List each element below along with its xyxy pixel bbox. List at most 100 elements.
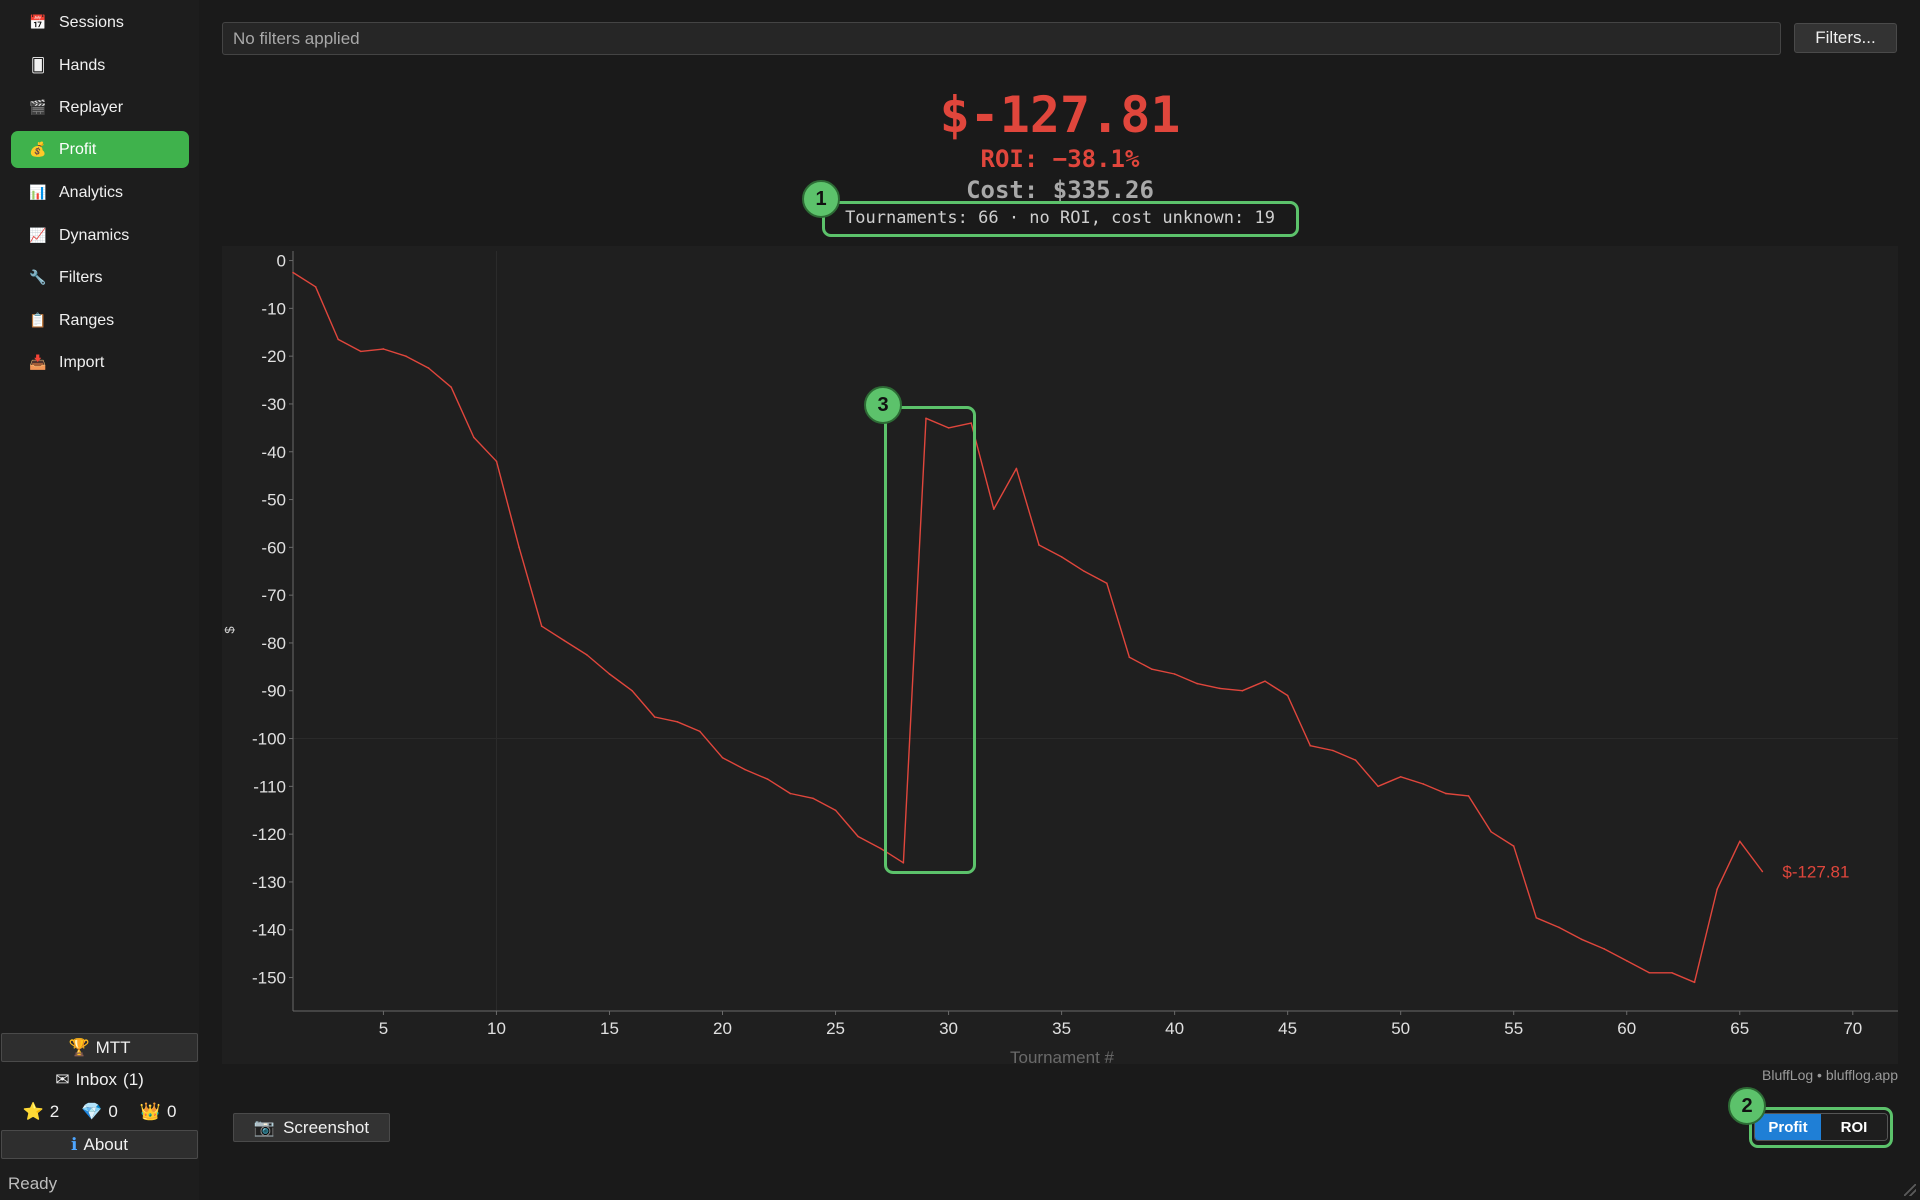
gems-count: 0 (108, 1102, 118, 1121)
data-point (1558, 926, 1560, 929)
sidebar-item-label: Dynamics (59, 226, 130, 244)
resize-grip[interactable] (1904, 1184, 1916, 1196)
data-point (721, 756, 724, 759)
sidebar-item-import[interactable]: 📥 Import (11, 344, 189, 381)
crowns-count: 0 (166, 1102, 177, 1121)
data-point (789, 792, 792, 795)
data-point (992, 508, 995, 510)
sidebar-item-ranges[interactable]: 📋 Ranges (11, 302, 189, 339)
data-point (1106, 582, 1108, 585)
filter-summary-text: No filters applied (233, 28, 360, 48)
sidebar-item-label: Sessions (59, 13, 124, 31)
data-point (1038, 544, 1040, 546)
cost-value: Cost: $335.26 (966, 176, 1154, 204)
sidebar-item-label: Filters (59, 268, 103, 286)
sidebar-item-label: Hands (59, 56, 106, 74)
x-tick-label: 65 (1730, 1019, 1749, 1038)
y-tick-label: -70 (261, 586, 286, 605)
end-value-label: $-127.81 (1782, 862, 1849, 881)
data-point (857, 835, 859, 838)
x-tick-label: 10 (487, 1019, 506, 1038)
data-point (1535, 916, 1538, 919)
y-tick-label: -80 (261, 634, 286, 653)
filter-summary-field[interactable]: No filters applied (222, 22, 1781, 55)
data-point (450, 386, 453, 389)
x-tick-label: 40 (1165, 1019, 1184, 1038)
wrench-icon: 🔧 (29, 269, 47, 285)
y-tick-label: -10 (261, 299, 286, 318)
data-point (1196, 682, 1199, 685)
x-tick-label: 5 (379, 1019, 388, 1038)
data-point (699, 730, 701, 733)
data-point (1060, 556, 1063, 558)
filters-button[interactable]: Filters... (1794, 23, 1897, 53)
clipboard-icon: 📋 (29, 312, 47, 328)
data-point (1219, 687, 1221, 690)
x-tick-label: 20 (713, 1019, 732, 1038)
annotation-marker-3: 3 (864, 386, 902, 424)
y-tick-label: -40 (261, 443, 286, 462)
data-point (1693, 981, 1696, 984)
data-point (586, 654, 588, 656)
inbox-tray-icon: 📥 (29, 354, 47, 370)
envelope-icon: ✉ (55, 1070, 70, 1089)
data-point (1490, 830, 1492, 833)
gem-icon: 💎 (81, 1102, 103, 1121)
annotation-box-3 (884, 406, 976, 874)
mtt-button[interactable]: 🏆 MTT (1, 1033, 198, 1062)
sidebar-item-filters[interactable]: 🔧 Filters (11, 259, 189, 296)
data-point (1377, 785, 1379, 788)
x-tick-label: 70 (1843, 1019, 1862, 1038)
x-tick-label: 35 (1052, 1019, 1071, 1038)
info-icon: ℹ (71, 1134, 78, 1154)
data-point (676, 721, 679, 723)
data-point (1625, 960, 1628, 962)
data-point (1151, 668, 1153, 671)
camera-icon: 📷 (253, 1117, 276, 1137)
y-tick-label: -120 (252, 825, 286, 844)
profit-chart: 0 -10 -20 -30 -40 -50 -60 -70 -80 -90 -100 -110 -120… (222, 246, 1898, 1067)
crown-icon: 👑 (139, 1102, 161, 1121)
y-axis-label: $ (222, 626, 237, 634)
sidebar-item-label: Ranges (59, 311, 115, 329)
data-point (1399, 775, 1402, 778)
data-point (1332, 749, 1334, 752)
data-point (495, 460, 498, 463)
trophy-icon: 🏆 (68, 1037, 90, 1057)
sidebar-item-hands[interactable]: 🂠 Hands (11, 47, 189, 84)
data-point (1354, 759, 1357, 761)
y-tick-label: -150 (252, 969, 286, 988)
about-button[interactable]: ℹ About (1, 1130, 198, 1159)
data-point (292, 271, 294, 274)
data-point (1671, 971, 1673, 974)
annotation-box-2 (1749, 1107, 1893, 1148)
screenshot-button[interactable]: 📷 Screenshot (233, 1113, 390, 1142)
data-point (382, 348, 385, 350)
sidebar-item-sessions[interactable]: 📅 Sessions (11, 4, 189, 41)
status-bar: Ready (8, 1174, 58, 1193)
x-tick-label: 50 (1391, 1019, 1410, 1038)
data-point (1015, 467, 1018, 470)
data-point (766, 778, 769, 780)
inbox-link[interactable]: ✉ Inbox (1) (0, 1068, 199, 1092)
data-point (1445, 792, 1447, 795)
screenshot-label: Screenshot (283, 1117, 370, 1137)
y-tick-label: -20 (261, 347, 286, 366)
y-tick-label: -130 (252, 873, 286, 892)
data-point (834, 809, 837, 812)
star-icon: ⭐ (22, 1102, 44, 1121)
data-point (1603, 948, 1605, 950)
data-point (1422, 783, 1425, 785)
inbox-count: (1) (123, 1070, 144, 1089)
stars-count: 2 (49, 1102, 60, 1121)
badges-row: ⭐ 2 💎 0 👑 0 (0, 1100, 199, 1124)
data-point (812, 797, 814, 800)
inbox-label: Inbox (75, 1070, 118, 1089)
x-axis-label: Tournament # (1010, 1048, 1114, 1064)
data-point (1264, 680, 1266, 682)
data-point (1286, 694, 1289, 697)
total-profit: $-127.81 (939, 86, 1181, 144)
data-point (473, 436, 475, 439)
data-point (518, 546, 520, 549)
data-point (1241, 689, 1244, 692)
